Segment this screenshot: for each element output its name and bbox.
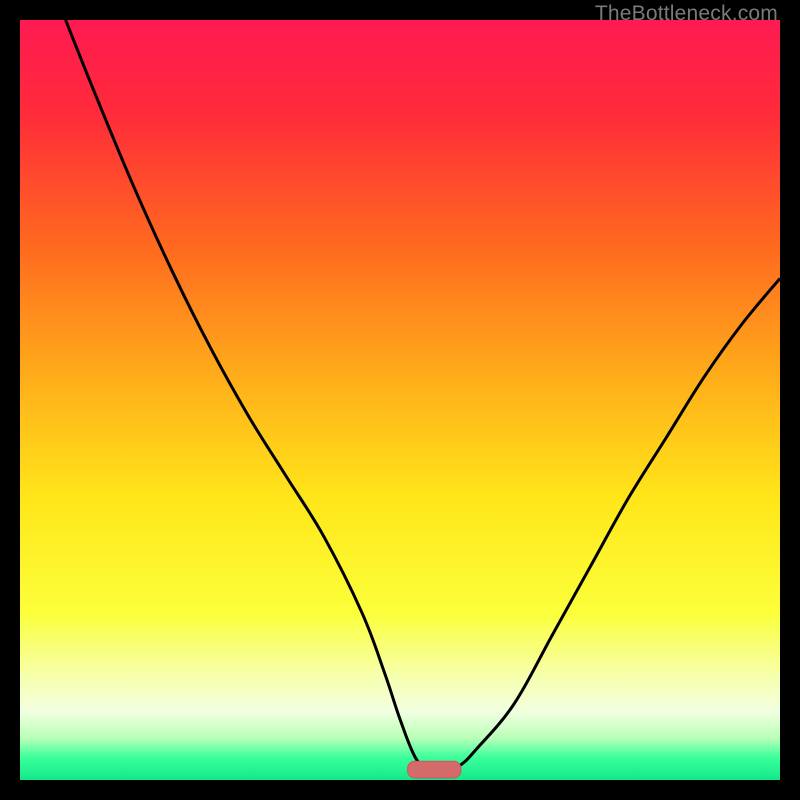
chart-frame [20, 20, 780, 780]
bottleneck-chart [20, 20, 780, 780]
optimal-marker [408, 761, 461, 778]
gradient-background [20, 20, 780, 780]
